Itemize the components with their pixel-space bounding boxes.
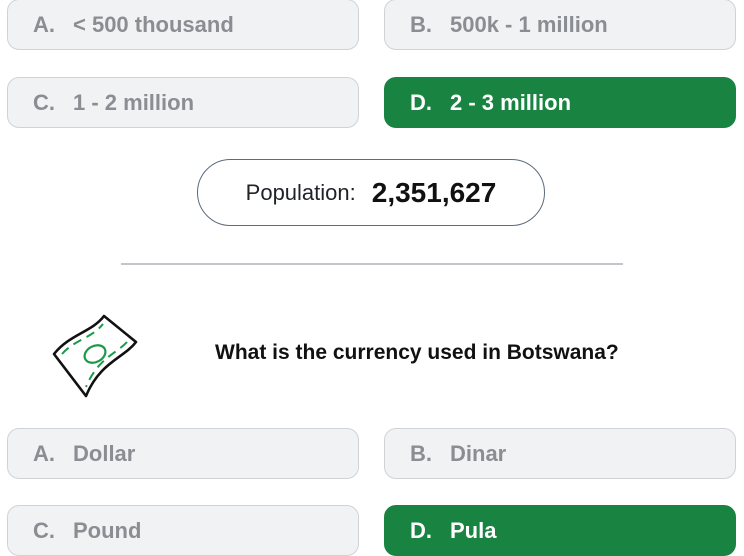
currency-option-b[interactable]: B. Dinar [384,428,736,479]
section-divider [121,263,623,265]
option-text: Pula [450,517,497,543]
option-letter: A. [33,440,55,466]
option-letter: D. [410,89,432,115]
option-letter: B. [410,11,432,37]
option-letter: C. [33,517,55,543]
option-letter: A. [33,11,55,37]
option-text: Dollar [73,440,136,466]
currency-option-a[interactable]: A. Dollar [7,428,359,479]
population-label: Population: [245,179,356,205]
population-value: 2,351,627 [371,176,497,208]
money-bill-icon [48,310,140,402]
population-option-d-correct[interactable]: D. 2 - 3 million [384,77,736,128]
population-option-b[interactable]: B. 500k - 1 million [384,0,736,50]
question-text: What is the currency used in Botswana? [215,341,619,364]
option-text: 500k - 1 million [450,11,608,37]
currency-option-c[interactable]: C. Pound [7,505,359,556]
option-letter: D. [410,517,432,543]
currency-option-d-correct[interactable]: D. Pula [384,505,736,556]
option-text: < 500 thousand [73,11,234,37]
option-text: Dinar [450,440,507,466]
option-text: Pound [73,517,142,543]
option-text: 2 - 3 million [450,89,572,115]
population-answer-box: Population: 2,351,627 [197,159,545,226]
population-option-c[interactable]: C. 1 - 2 million [7,77,359,128]
option-text: 1 - 2 million [73,89,195,115]
population-option-a[interactable]: A. < 500 thousand [7,0,359,50]
option-letter: C. [33,89,55,115]
option-letter: B. [410,440,432,466]
